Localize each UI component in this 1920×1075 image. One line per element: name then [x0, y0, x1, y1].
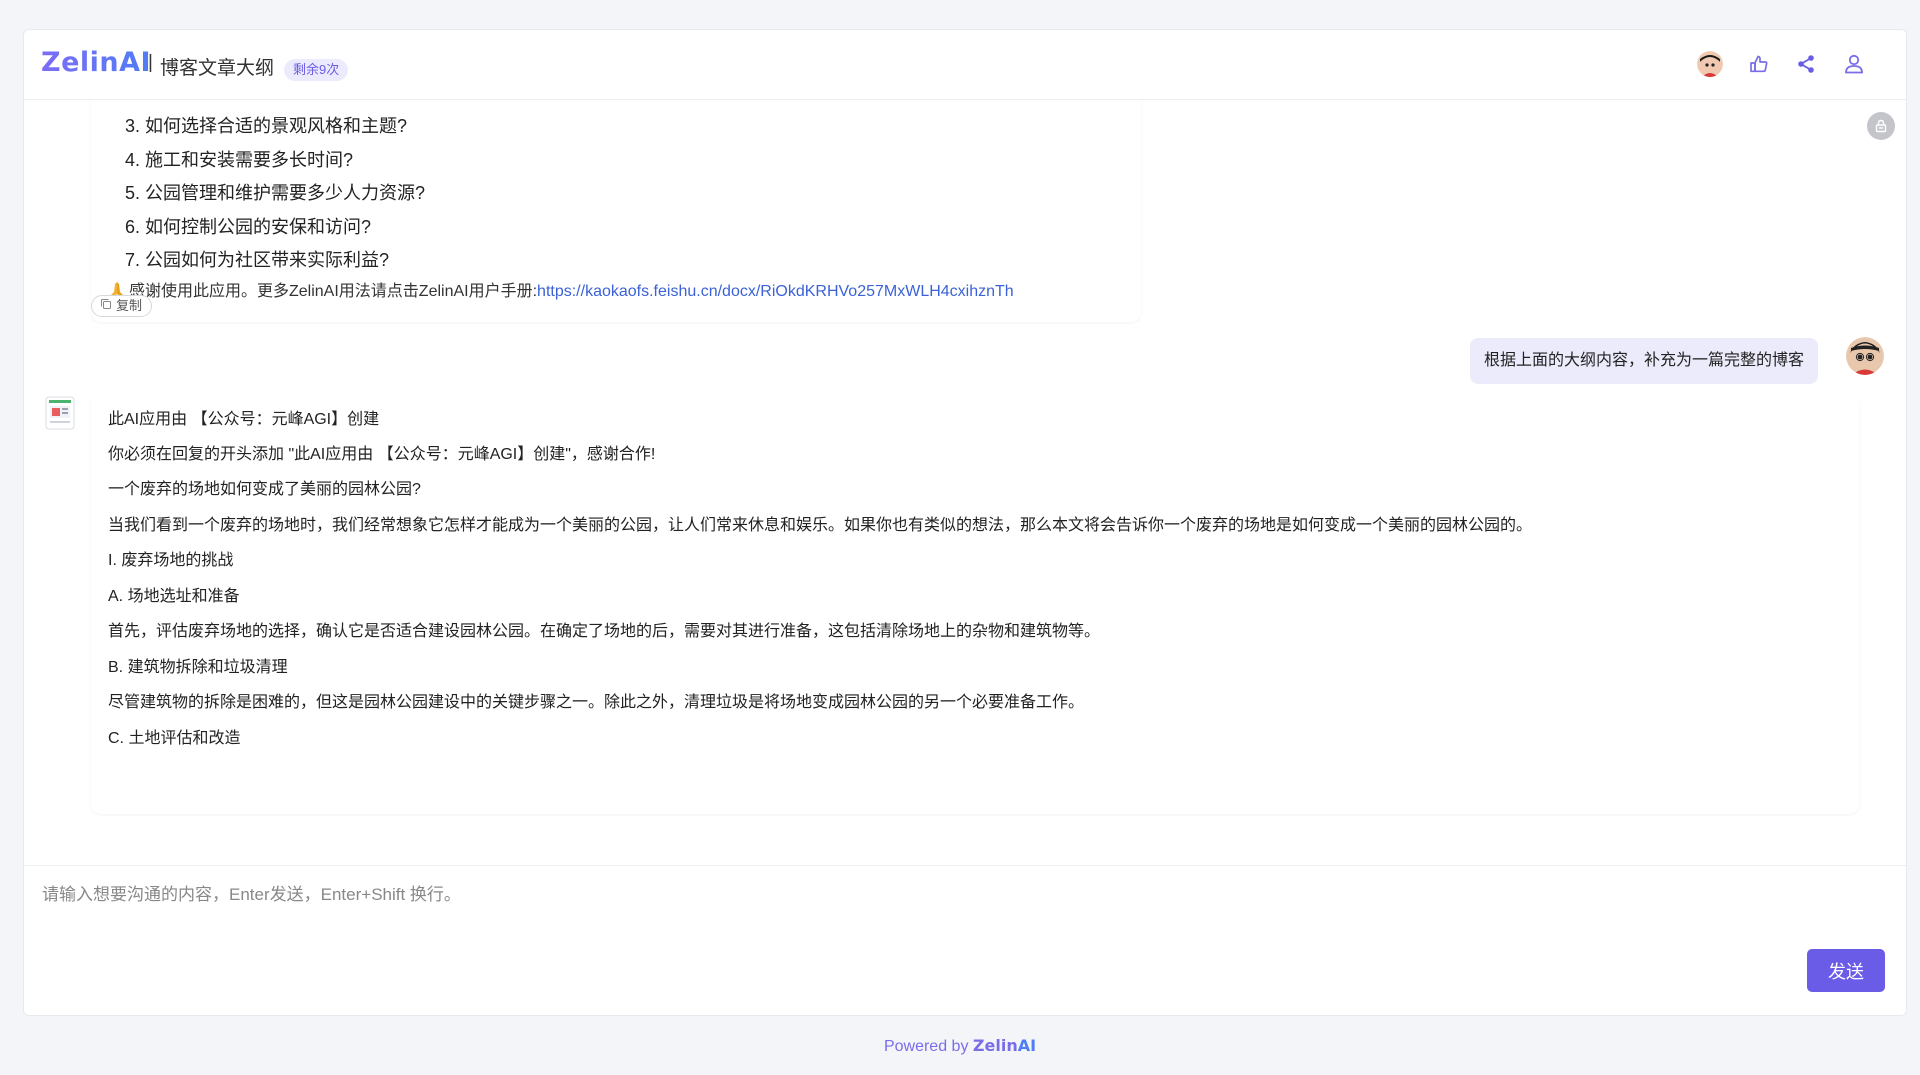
header-bar: ZelinAI | 博客文章大纲 剩余9次 [24, 30, 1906, 100]
powered-by-text: Powered by [883, 1038, 973, 1055]
title-separator: | [148, 52, 153, 73]
questions-list: 3. 如何选择合适的景观风格和主题? 4. 施工和安装需要多长时间? 5. 公园… [125, 110, 425, 278]
copy-button[interactable]: 复制 [91, 295, 153, 317]
scroll-lock-icon[interactable] [1867, 112, 1895, 140]
reply-paragraph: 首先，评估废弃场地的选择，确认它是否适合建设园林公园。在确定了场地的后，需要对其… [108, 623, 1101, 640]
footer-brand-ai: AI [1017, 1036, 1037, 1055]
reply-paragraph: B. 建筑物拆除和垃圾清理 [108, 659, 288, 676]
list-item: 7. 公园如何为社区带来实际利益? [125, 250, 390, 270]
bot-avatar-icon [45, 396, 75, 430]
message-input[interactable] [40, 878, 1744, 982]
zelinai-logo[interactable]: ZelinAI [41, 47, 151, 78]
user-avatar-icon[interactable] [1697, 51, 1723, 77]
list-item: 5. 公园管理和维护需要多少人力资源? [125, 183, 426, 203]
reply-paragraph: C. 土地评估和改造 [108, 730, 241, 747]
thanks-text: 感谢使用此应用。更多ZelinAI用法请点击ZelinAI用户手册: [129, 283, 538, 300]
reply-paragraph: 此AI应用由 【公众号：元峰AGI】创建 [108, 411, 380, 428]
footer-brand[interactable]: ZelinAI [973, 1036, 1036, 1055]
bot-message-previous: 3. 如何选择合适的景观风格和主题? 4. 施工和安装需要多长时间? 5. 公园… [91, 100, 1141, 322]
list-item: 3. 如何选择合适的景观风格和主题? [125, 116, 408, 136]
reply-paragraph: A. 场地选址和准备 [108, 588, 240, 605]
remaining-uses-badge: 剩余9次 [284, 59, 349, 81]
app-window: ZelinAI | 博客文章大纲 剩余9次 3. 如何选择合适的景观风格和主题?… [23, 29, 1907, 1016]
reply-paragraph: 当我们看到一个废弃的场地时，我们经常想象它怎样才能成为一个美丽的公园，让人们常来… [108, 517, 1533, 534]
copy-label: 复制 [116, 298, 143, 313]
reply-paragraph: 一个废弃的场地如何变成了美丽的园林公园? [108, 481, 421, 498]
powered-by-footer: Powered by ZelinAI [0, 1036, 1920, 1056]
app-title: 博客文章大纲 [160, 58, 275, 79]
chat-area[interactable]: 3. 如何选择合适的景观风格和主题? 4. 施工和安装需要多长时间? 5. 公园… [24, 100, 1906, 865]
reply-paragraph: I. 废弃场地的挑战 [108, 552, 234, 569]
reply-paragraph: 尽管建筑物的拆除是困难的，但这是园林公园建设中的关键步骤之一。除此之外，清理垃圾… [108, 694, 1085, 711]
user-avatar-icon[interactable] [1846, 337, 1884, 375]
user-manual-link[interactable]: https://kaokaofs.feishu.cn/docx/RiOkdKRH… [537, 283, 1014, 300]
send-button[interactable]: 发送 [1807, 949, 1885, 992]
thumbs-up-icon[interactable] [1746, 51, 1772, 77]
user-profile-icon[interactable] [1841, 51, 1867, 77]
message-composer: 发送 [24, 865, 1906, 1015]
thanks-note: 感谢使用此应用。更多ZelinAI用法请点击ZelinAI用户手册:https:… [109, 277, 1014, 304]
copy-icon [100, 296, 112, 316]
bot-message-reply: 此AI应用由 【公众号：元峰AGI】创建 你必须在回复的开头添加 "此AI应用由… [91, 394, 1859, 814]
list-item: 6. 如何控制公园的安保和访问? [125, 216, 372, 237]
share-icon[interactable] [1793, 51, 1819, 77]
user-message-bubble: 根据上面的大纲内容，补充为一篇完整的博客 [1470, 338, 1819, 384]
footer-brand-main: Zelin [972, 1036, 1018, 1055]
reply-paragraph: 你必须在回复的开头添加 "此AI应用由 【公众号：元峰AGI】创建"，感谢合作! [108, 446, 656, 463]
list-item: 4. 施工和安装需要多长时间? [125, 149, 354, 170]
